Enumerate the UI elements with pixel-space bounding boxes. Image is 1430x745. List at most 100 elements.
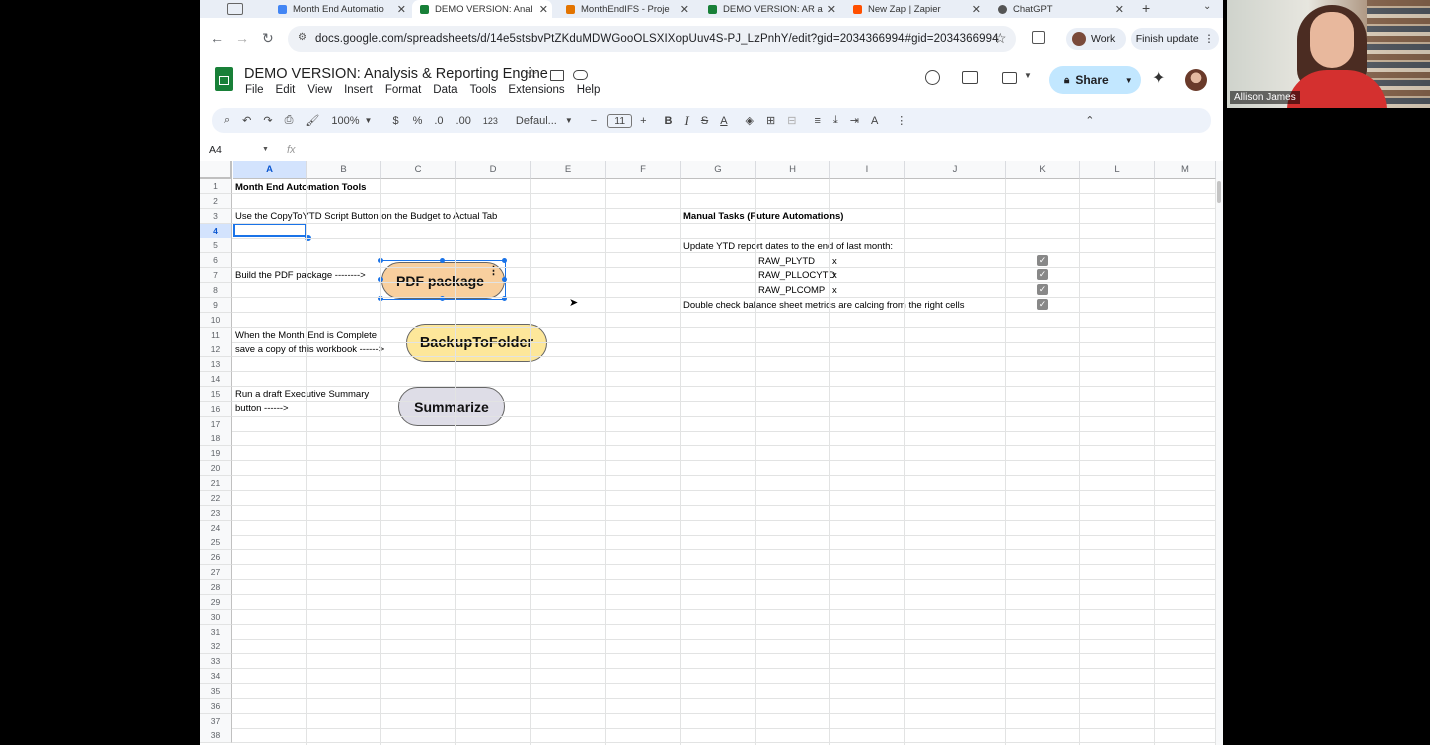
paint-format-icon[interactable]: 🖌︎ [305, 114, 319, 127]
row-header-9[interactable]: 9 [200, 297, 232, 313]
menu-data[interactable]: Data [433, 84, 457, 96]
row-header-4[interactable]: 4 [200, 223, 232, 239]
cell-h7[interactable]: RAW_PLLOCYTD [758, 268, 835, 283]
row-header-13[interactable]: 13 [200, 357, 232, 373]
formula-input[interactable] [305, 141, 1205, 159]
row-header-1[interactable]: 1 [200, 179, 232, 194]
cell-i8[interactable]: x [832, 283, 837, 298]
increase-font-size-icon[interactable]: + [640, 115, 646, 127]
row-header-5[interactable]: 5 [200, 238, 232, 254]
cloud-status-icon[interactable] [573, 70, 588, 80]
reload-icon[interactable]: ↻ [262, 30, 274, 47]
row-header-12[interactable]: 12 [200, 342, 232, 358]
tab-search-icon[interactable] [227, 3, 243, 15]
column-header-h[interactable]: H [756, 161, 830, 179]
borders-icon[interactable]: ⊞ [766, 114, 775, 127]
decrease-font-size-icon[interactable]: − [591, 115, 597, 127]
summarize-button[interactable]: Summarize [398, 387, 505, 426]
back-arrow-icon[interactable]: ← [210, 30, 224, 46]
column-header-b[interactable]: B [307, 161, 381, 179]
merge-cells-icon[interactable]: ⊟ [787, 114, 796, 127]
tab-list-chevron-icon[interactable]: ⌄ [1203, 1, 1211, 12]
text-color-icon[interactable]: A [720, 115, 727, 127]
extensions-icon[interactable] [1032, 31, 1045, 44]
row-header-20[interactable]: 20 [200, 461, 232, 477]
resize-handle[interactable] [440, 258, 445, 263]
tab-demo-version-ar[interactable]: DEMO VERSION: AR a ✕ [700, 0, 840, 18]
meet-video-icon[interactable] [1002, 72, 1017, 84]
font-size-input[interactable]: 11 [607, 113, 633, 128]
close-tab-icon[interactable]: ✕ [539, 3, 548, 16]
collapse-toolbar-icon[interactable]: ⌃ [1085, 114, 1094, 127]
column-header-e[interactable]: E [531, 161, 606, 179]
row-header-16[interactable]: 16 [200, 401, 232, 417]
more-options-icon[interactable]: ⋮ [896, 114, 907, 127]
gemini-spark-icon[interactable]: ✦ [1152, 68, 1165, 88]
column-header-f[interactable]: F [606, 161, 681, 179]
tab-month-end-automation[interactable]: Month End Automatio ✕ [270, 0, 410, 18]
row-header-37[interactable]: 37 [200, 713, 232, 729]
bold-icon[interactable]: B [665, 115, 673, 127]
cell-a16[interactable]: button ------> [235, 401, 289, 416]
checkbox-k7[interactable]: ✓ [1037, 269, 1048, 280]
font-family-select[interactable]: Defaul... [516, 115, 557, 127]
search-menus-icon[interactable]: ⌕ [224, 114, 230, 127]
cell-i7[interactable]: x [832, 268, 837, 283]
resize-handle[interactable] [502, 258, 507, 263]
cell-a15[interactable]: Run a draft Executive Summary [235, 387, 369, 402]
row-header-3[interactable]: 3 [200, 208, 232, 224]
row-header-33[interactable]: 33 [200, 654, 232, 670]
tab-chatgpt[interactable]: ChatGPT ✕ [990, 0, 1128, 18]
close-tab-icon[interactable]: ✕ [1115, 3, 1124, 16]
menu-insert[interactable]: Insert [344, 84, 373, 96]
column-header-c[interactable]: C [381, 161, 456, 179]
vertical-scrollbar[interactable] [1216, 161, 1223, 745]
currency-format-button[interactable]: $ [392, 115, 398, 127]
menu-format[interactable]: Format [385, 84, 421, 96]
row-header-31[interactable]: 31 [200, 624, 232, 640]
strikethrough-icon[interactable]: S [701, 115, 708, 127]
url-text[interactable]: docs.google.com/spreadsheets/d/14e5stsbv… [315, 33, 999, 45]
column-header-d[interactable]: D [456, 161, 531, 179]
row-header-17[interactable]: 17 [200, 416, 232, 432]
text-rotation-icon[interactable]: A [871, 115, 878, 127]
checkbox-k8[interactable]: ✓ [1037, 284, 1048, 295]
column-header-l[interactable]: L [1080, 161, 1155, 179]
name-box-dropdown-icon[interactable]: ▼ [262, 146, 269, 153]
decrease-decimal-button[interactable]: .0 [434, 115, 443, 127]
close-tab-icon[interactable]: ✕ [827, 3, 836, 16]
redo-icon[interactable]: ↷ [263, 114, 272, 127]
new-tab-icon[interactable]: + [1142, 0, 1150, 16]
column-header-a[interactable]: A [233, 161, 307, 179]
number-format-button[interactable]: 123 [483, 116, 498, 126]
share-button[interactable]: 🔒︎ Share ▼ [1049, 66, 1141, 94]
horizontal-align-icon[interactable]: ≡ [814, 115, 820, 127]
account-avatar[interactable] [1185, 69, 1207, 91]
menu-help[interactable]: Help [577, 84, 601, 96]
row-header-8[interactable]: 8 [200, 282, 232, 298]
menu-view[interactable]: View [307, 84, 332, 96]
row-header-28[interactable]: 28 [200, 579, 232, 595]
checkbox-k9[interactable]: ✓ [1037, 299, 1048, 310]
cell-a7[interactable]: Build the PDF package --------> [235, 268, 366, 283]
zoom-dropdown-icon[interactable]: ▼ [365, 116, 373, 125]
row-header-29[interactable]: 29 [200, 594, 232, 610]
menu-tools[interactable]: Tools [470, 84, 497, 96]
row-header-19[interactable]: 19 [200, 446, 232, 462]
italic-icon[interactable]: I [685, 113, 689, 129]
document-title[interactable]: DEMO VERSION: Analysis & Reporting Engin… [244, 66, 548, 82]
sheets-logo-icon[interactable] [215, 67, 233, 91]
row-header-26[interactable]: 26 [200, 550, 232, 566]
checkbox-k6[interactable]: ✓ [1037, 255, 1048, 266]
close-tab-icon[interactable]: ✕ [397, 3, 406, 16]
font-dropdown-icon[interactable]: ▼ [565, 116, 573, 125]
omnibox[interactable]: ⚙ docs.google.com/spreadsheets/d/14e5sts… [288, 26, 1016, 52]
row-header-27[interactable]: 27 [200, 565, 232, 581]
finish-update-button[interactable]: Finish update ⋮ [1131, 28, 1219, 50]
star-icon[interactable]: ☆ [526, 66, 538, 82]
name-box[interactable]: A4 [209, 144, 222, 156]
tab-demo-version-analysis[interactable]: DEMO VERSION: Anal ✕ [412, 0, 552, 18]
close-tab-icon[interactable]: ✕ [972, 3, 981, 16]
row-header-10[interactable]: 10 [200, 312, 232, 328]
row-header-7[interactable]: 7 [200, 268, 232, 284]
